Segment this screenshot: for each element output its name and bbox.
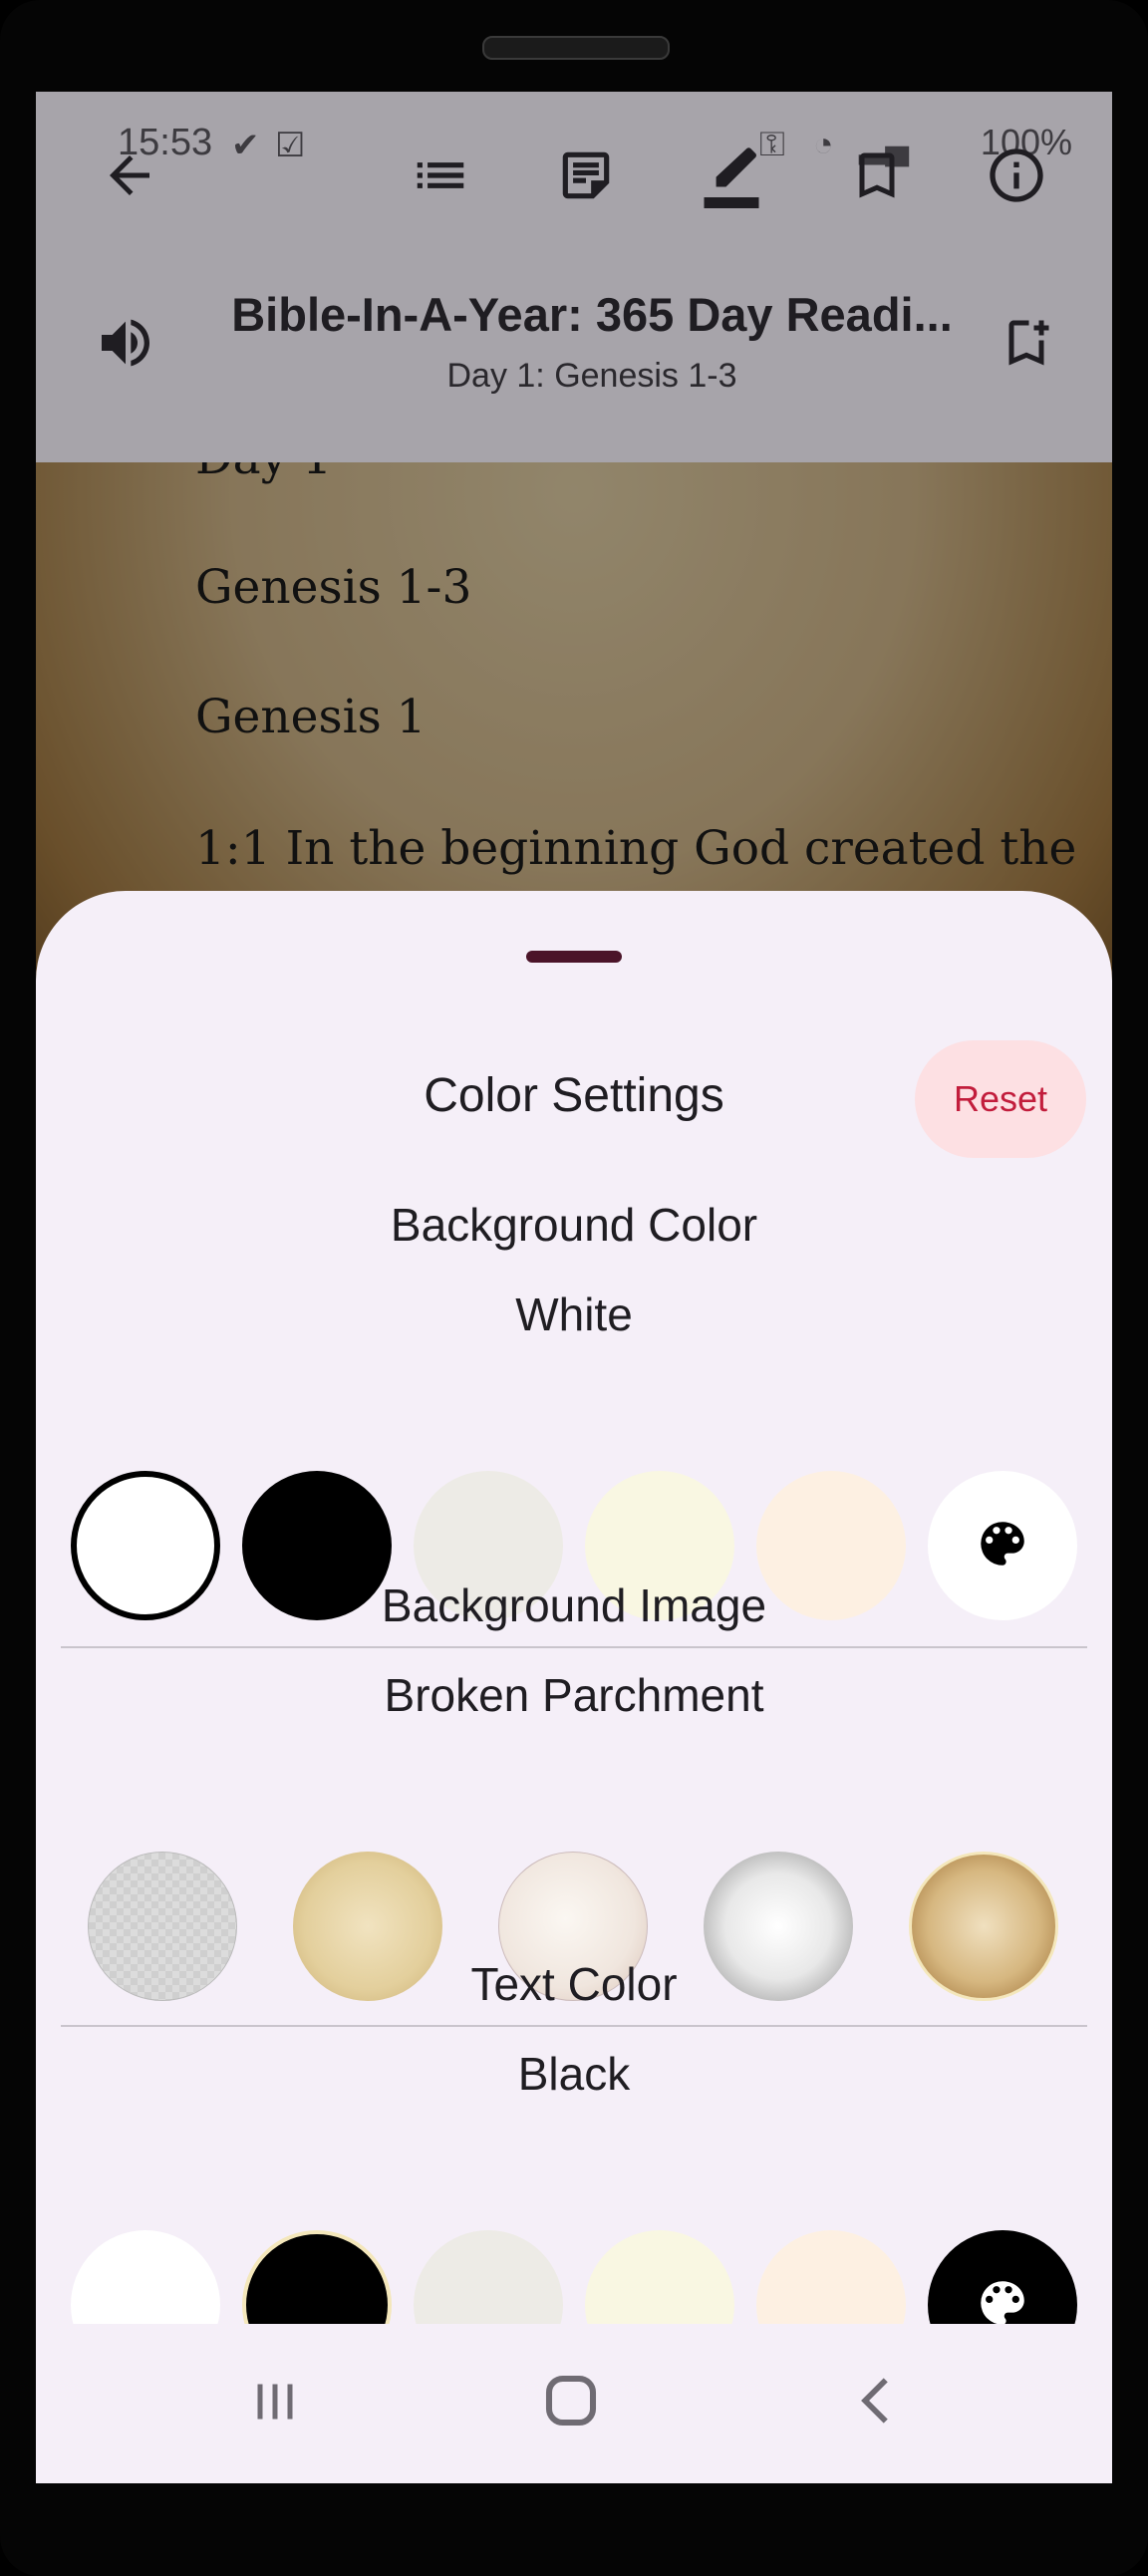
speaker-icon[interactable] xyxy=(90,307,161,379)
recent-apps-icon[interactable] xyxy=(245,2372,305,2436)
checkbox-icon: ☑ xyxy=(275,127,306,164)
divider xyxy=(61,2025,1087,2027)
back-arrow-icon[interactable] xyxy=(94,140,165,211)
background-image-selected: Broken Parchment xyxy=(384,1669,764,1721)
text-color-title: Text Color xyxy=(470,1958,678,2010)
add-bookmark-icon[interactable] xyxy=(991,307,1062,379)
background-image-title: Background Image xyxy=(381,1579,767,1631)
screen: Day 1 Genesis 1-3 Genesis 1 1:1 In the b… xyxy=(36,92,1112,2483)
text-color-selected: Black xyxy=(517,2048,631,2100)
reset-button[interactable]: Reset xyxy=(915,1040,1086,1158)
background-color-title: Background Color xyxy=(390,1199,758,1251)
bookmark-icon[interactable] xyxy=(841,140,913,211)
check-icon: ✔ xyxy=(231,127,260,164)
system-nav-bar xyxy=(36,2324,1112,2483)
info-icon[interactable] xyxy=(981,140,1052,211)
page-title: Bible-In-A-Year: 365 Day Readi... xyxy=(231,288,953,341)
wifi-icon: ◔ xyxy=(813,126,834,163)
notes-icon[interactable] xyxy=(550,140,622,211)
background-color-selected: White xyxy=(515,1288,633,1340)
list-icon[interactable] xyxy=(405,140,476,211)
app-bar: 15:53 ✔ ☑ ⚿ ◔ ▂▄ 100% Bible-In-A-Year: 3… xyxy=(36,92,1112,462)
back-icon[interactable] xyxy=(847,2370,909,2436)
palette-icon xyxy=(974,1515,1031,1577)
color-settings-sheet: Color Settings Reset Background Color Wh… xyxy=(36,891,1112,2483)
device-frame: Day 1 Genesis 1-3 Genesis 1 1:1 In the b… xyxy=(0,0,1148,2576)
home-icon[interactable] xyxy=(538,2368,604,2438)
page-subtitle: Day 1: Genesis 1-3 xyxy=(446,357,737,395)
drag-handle[interactable] xyxy=(526,951,622,963)
speaker-grille xyxy=(482,36,670,60)
divider xyxy=(61,1646,1087,1648)
highlight-pen-icon[interactable] xyxy=(696,140,767,211)
